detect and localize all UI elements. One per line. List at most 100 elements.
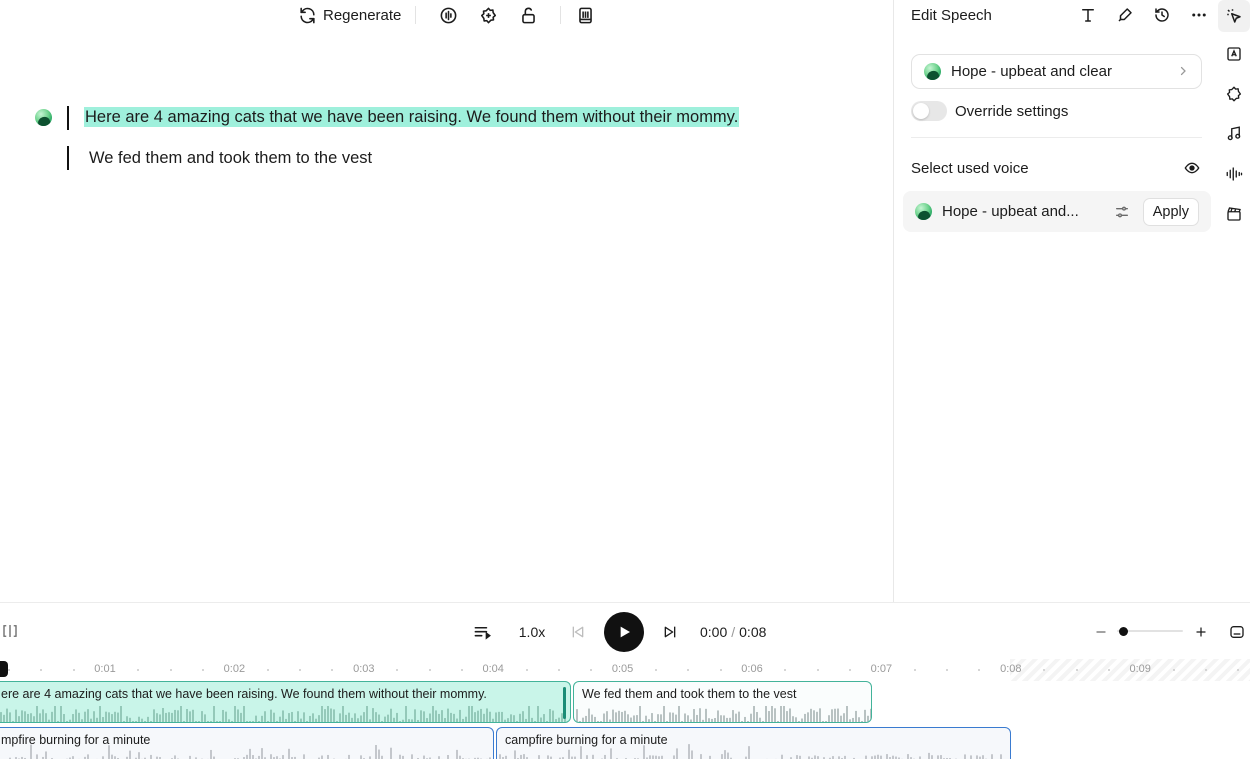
edit-speech-panel: Edit Speech Hope - upbeat and clear Over… — [893, 0, 1218, 602]
toolbar-divider — [415, 6, 417, 24]
used-voice-name: Hope - upbeat and... — [942, 203, 1079, 220]
voice-selector[interactable]: Hope - upbeat and clear — [911, 54, 1202, 89]
tick-dot — [460, 669, 463, 671]
regenerate-button[interactable]: Regenerate — [296, 3, 403, 27]
tick-dot — [525, 669, 528, 671]
skip-forward-button[interactable] — [659, 621, 681, 643]
more-button[interactable] — [1187, 3, 1211, 27]
tick-dot — [266, 669, 269, 671]
pronunciation-button[interactable] — [1113, 3, 1137, 27]
split-view-icon[interactable] — [0, 621, 20, 641]
book-button[interactable] — [573, 3, 597, 27]
tick-dot — [719, 669, 722, 671]
tick-dot — [946, 669, 949, 671]
toolbar-divider — [560, 6, 562, 24]
current-time: 0:00 — [700, 624, 728, 640]
paragraph-text[interactable]: We fed them and took them to the vest — [89, 149, 372, 168]
waveform — [9, 744, 491, 759]
tick-dot — [331, 669, 334, 671]
tick-dot — [137, 669, 140, 671]
used-voice-label: Select used voice — [911, 159, 1029, 177]
playback-speed[interactable]: 1.0x — [512, 622, 552, 642]
voice-avatar — [924, 63, 941, 80]
rail-music[interactable] — [1218, 118, 1250, 150]
used-voice-item[interactable]: Hope - upbeat and... Apply — [903, 191, 1211, 232]
time-display: 0:00 / 0:08 — [700, 622, 766, 642]
paragraph-text[interactable]: Here are 4 amazing cats that we have bee… — [84, 107, 740, 127]
paragraph-marker — [67, 146, 69, 170]
zoom-slider-handle[interactable] — [1119, 626, 1129, 636]
eye-icon[interactable] — [1182, 158, 1202, 178]
tick-dot — [428, 669, 431, 671]
regenerate-icon — [300, 7, 315, 23]
clip-resize-handle[interactable] — [563, 687, 566, 719]
paragraph-1[interactable]: Here are 4 amazing cats that we have bee… — [0, 106, 893, 130]
panel-divider — [911, 137, 1202, 138]
tick-label: 0:03 — [353, 663, 375, 675]
voice-enhance-icon — [440, 7, 457, 23]
fit-icon — [1230, 626, 1244, 638]
tick-label: 0:02 — [223, 663, 246, 675]
playlist-icon — [474, 626, 491, 640]
timeline[interactable]: 0:01 0:02 0:03 0:04 0:05 0:06 0:07 0:08 0:09 ere… — [0, 659, 1250, 759]
sliders-icon[interactable] — [1111, 201, 1133, 223]
unlock-icon — [522, 7, 535, 23]
music-note-icon — [1227, 126, 1241, 141]
voice-name: Hope - upbeat and clear — [951, 63, 1112, 80]
sfx-clip-1[interactable]: mpfire burning for a minute — [0, 727, 494, 759]
history-button[interactable] — [1150, 3, 1174, 27]
queue-button[interactable] — [470, 620, 494, 644]
apply-button[interactable]: Apply — [1142, 197, 1199, 226]
sparkle-badge-button[interactable] — [476, 3, 500, 27]
tick-label: 0:09 — [1129, 663, 1151, 675]
paragraph-marker — [67, 106, 69, 130]
pen-icon — [1118, 8, 1132, 22]
book-icon — [579, 7, 592, 23]
zoom-in-button[interactable] — [1193, 622, 1209, 642]
zoom-out-button[interactable] — [1093, 622, 1109, 642]
more-horizontal-icon — [1192, 13, 1206, 17]
player-bar: 1.0x 0:00 / 0:08 — [0, 602, 1250, 659]
tick-dot — [202, 669, 205, 671]
speech-clip-1[interactable]: ere are 4 amazing cats that we have been… — [0, 681, 571, 723]
rail-audio[interactable] — [1218, 158, 1250, 190]
tick-dot — [557, 669, 560, 671]
skip-back-button[interactable] — [567, 621, 589, 643]
voice-enhance-button[interactable] — [436, 3, 460, 27]
unlock-button[interactable] — [516, 3, 540, 27]
clip-label: ere are 4 amazing cats that we have been… — [1, 687, 487, 701]
speech-clip-2[interactable]: We fed them and took them to the vest — [573, 681, 872, 723]
zoom-slider[interactable] — [1117, 626, 1183, 636]
sfx-clip-2[interactable]: campfire burning for a minute — [496, 727, 1011, 759]
fit-timeline-button[interactable] — [1226, 621, 1248, 643]
tick-dot — [816, 669, 819, 671]
clip-label: We fed them and took them to the vest — [582, 687, 797, 701]
plus-icon — [1196, 627, 1206, 637]
sparkle-badge-icon — [480, 7, 496, 23]
tick-label: 0:05 — [611, 663, 634, 675]
waveform — [576, 706, 871, 722]
paragraph-2[interactable]: We fed them and took them to the vest — [0, 146, 893, 170]
waveform-icon — [1226, 167, 1243, 181]
tick-dot — [396, 669, 399, 671]
rail-video[interactable] — [1218, 198, 1250, 230]
chevron-right-icon — [1177, 64, 1189, 80]
skip-forward-icon — [664, 626, 676, 638]
rail-edit-speech[interactable] — [1218, 0, 1250, 32]
rail-effects[interactable] — [1218, 78, 1250, 110]
override-settings-toggle[interactable] — [911, 101, 947, 121]
time-separator: / — [731, 624, 736, 640]
playhead[interactable] — [0, 661, 8, 677]
rail-voices[interactable] — [1218, 38, 1250, 70]
text-style-button[interactable] — [1076, 3, 1100, 27]
time-ruler[interactable]: 0:01 0:02 0:03 0:04 0:05 0:06 0:07 0:08 0:09 — [0, 659, 1250, 681]
total-time: 0:08 — [739, 624, 767, 640]
tick-label: 0:07 — [870, 663, 893, 675]
tick-dot — [299, 669, 302, 671]
editor-toolbar: Regenerate — [296, 3, 605, 27]
override-settings-row: Override settings — [911, 100, 1068, 122]
skip-back-icon — [572, 626, 584, 638]
voice-avatar[interactable] — [35, 109, 52, 126]
tick-dot — [1107, 669, 1110, 671]
play-button[interactable] — [604, 612, 644, 652]
